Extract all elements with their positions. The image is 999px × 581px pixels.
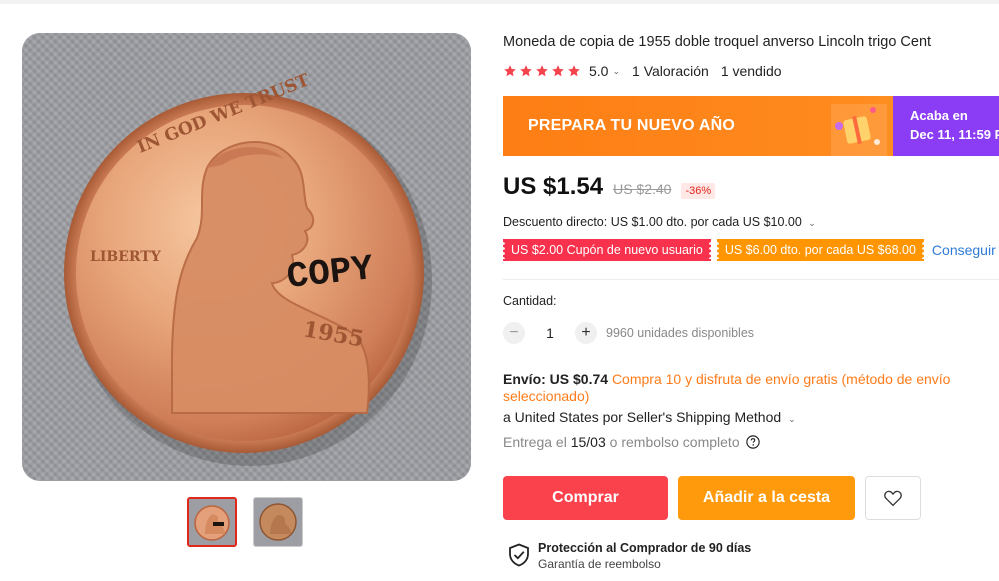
quantity-decrease-button[interactable]: − [503, 322, 525, 344]
star-icon [552, 65, 564, 77]
product-title: Moneda de copia de 1955 doble troquel an… [503, 34, 932, 50]
quantity-label: Cantidad: [503, 294, 557, 308]
heart-icon [884, 490, 902, 507]
promo-banner[interactable]: PREPARA TU NUEVO AÑO Acaba en Dec 11, 11… [503, 96, 999, 156]
thumbnail-1[interactable] [187, 497, 237, 547]
chevron-down-icon: ⌄ [808, 218, 816, 228]
thumbnail-coin-icon [194, 505, 230, 541]
new-user-coupon[interactable]: US $2.00 Cupón de nuevo usuario [502, 239, 712, 261]
divider [503, 279, 999, 280]
direct-discount-text: Descuento directo: US $1.00 dto. por cad… [503, 215, 802, 229]
store-discount-coupon[interactable]: US $6.00 dto. por cada US $68.00 [715, 239, 926, 261]
thumbnail-coin-icon [259, 503, 297, 541]
coin-image: IN GOD WE TRUST LIBERTY COPY 1955 [64, 70, 432, 466]
promo-countdown: Acaba en Dec 11, 11:59 P [893, 96, 999, 156]
shield-check-icon [509, 543, 529, 567]
delivery-estimate: Entrega el 15/03 o rembolso completo [503, 434, 760, 450]
promo-title: PREPARA TU NUEVO AÑO [528, 117, 735, 134]
quantity-stepper: − 1 + 9960 unidades disponibles [503, 322, 754, 344]
original-price: US $2.40 [613, 181, 672, 197]
gift-decoration-icon [831, 104, 887, 156]
shipping-info: Envío: US $0.74 Compra 10 y disfruta de … [503, 371, 993, 405]
available-units: 9960 unidades disponibles [606, 326, 755, 340]
quantity-increase-button[interactable]: + [575, 322, 597, 344]
buyer-protection-title: Protección al Comprador de 90 días [538, 541, 752, 555]
delivery-suffix: o rembolso completo [609, 434, 740, 450]
main-product-image[interactable]: IN GOD WE TRUST LIBERTY COPY 1955 [22, 33, 471, 481]
star-icon [504, 65, 516, 77]
price-row: US $1.54 US $2.40 -36% [503, 173, 716, 201]
delivery-prefix: Entrega el [503, 434, 567, 450]
coin-liberty-text: LIBERTY [90, 249, 162, 265]
rating-value[interactable]: 5.0 [589, 63, 608, 79]
reviews-link[interactable]: 1 Valoración [632, 63, 709, 79]
rating-row: 5.0 ⌄ 1 Valoración 1 vendido [503, 63, 782, 79]
help-icon[interactable] [745, 435, 760, 449]
delivery-date: 15/03 [570, 434, 606, 450]
coupon-row: US $2.00 Cupón de nuevo usuario US $6.00… [502, 239, 999, 261]
buyer-protection-subtitle: Garantía de reembolso [538, 557, 661, 571]
promo-ends-label: Acaba en [910, 108, 968, 123]
direct-discount[interactable]: Descuento directo: US $1.00 dto. por cad… [503, 215, 816, 229]
sold-count: 1 vendido [720, 63, 782, 79]
chevron-down-icon[interactable]: ⌄ [612, 66, 620, 77]
star-icon [520, 65, 532, 77]
rating-stars [503, 64, 581, 78]
discount-badge: -36% [681, 183, 716, 199]
buy-now-button[interactable]: Comprar [503, 476, 668, 520]
star-icon [536, 65, 548, 77]
wishlist-button[interactable] [865, 476, 921, 520]
shipping-method-text: a United States por Seller's Shipping Me… [503, 409, 782, 425]
current-price: US $1.54 [503, 173, 604, 200]
star-icon [568, 65, 580, 77]
chevron-down-icon: ⌄ [788, 414, 796, 424]
promo-ends-date: Dec 11, 11:59 P [910, 127, 999, 142]
quantity-input[interactable]: 1 [525, 325, 575, 341]
thumbnail-2[interactable] [253, 497, 303, 547]
shipping-cost: Envío: US $0.74 [503, 371, 609, 387]
get-coupons-link[interactable]: Conseguir c [932, 242, 999, 258]
shipping-method-selector[interactable]: a United States por Seller's Shipping Me… [503, 409, 796, 425]
add-to-cart-button[interactable]: Añadir a la cesta [678, 476, 855, 520]
top-bar [0, 0, 999, 4]
